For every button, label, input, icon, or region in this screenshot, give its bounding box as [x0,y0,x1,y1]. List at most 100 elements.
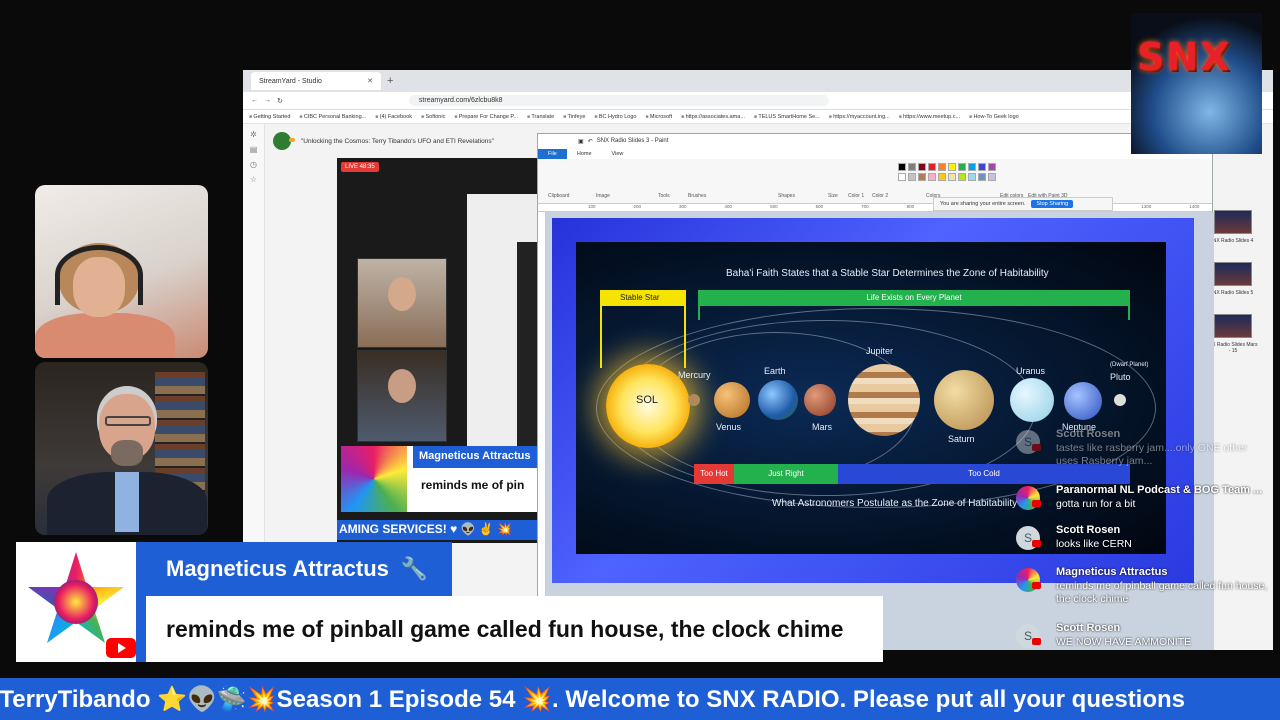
commenter-avatar [16,542,136,662]
thumbnail-caption: NX Radio Slides Mars - 15 [1208,342,1258,354]
youtube-icon [1032,540,1041,547]
tab-title: StreamYard - Studio [259,77,322,85]
bookmark-item[interactable]: https://www.meetup.c... [899,114,960,120]
bookmark-item[interactable]: Softonic [421,114,445,120]
color-swatch[interactable] [968,163,976,171]
color-swatch[interactable] [968,173,976,181]
ribbon-group-label[interactable]: Shapes [778,193,795,199]
history-icon[interactable]: ◷ [243,160,264,169]
stop-sharing-button[interactable]: Stop Sharing [1031,200,1074,208]
ribbon-group-label[interactable]: Color 2 [872,193,888,199]
color-swatch[interactable] [988,163,996,171]
color-swatch[interactable] [918,173,926,181]
url-field[interactable]: streamyard.com/6zlcbu8k8 [408,95,829,106]
chat-text: WE NOW HAVE AMMONITE [1056,636,1192,648]
bookmark-item[interactable]: Translate [527,114,554,120]
color-swatch[interactable] [948,173,956,181]
bookmark-item[interactable]: TELUS SmartHome Se... [754,114,819,120]
bookmark-item[interactable]: Prepare For Change P... [454,114,518,120]
earth-label: Earth [764,366,786,376]
bookmarks-bar: Getting Started CIBC Personal Banking... (… [243,110,1273,124]
undo-icon[interactable]: ↶ [588,138,593,145]
ribbon-group-label[interactable]: Brushes [688,193,706,199]
bookmark-item[interactable]: Microsoft [645,114,672,120]
color-swatch[interactable] [988,173,996,181]
bookmark-item[interactable]: CIBC Personal Banking... [299,114,366,120]
color-swatch[interactable] [948,163,956,171]
mercury-label: Mercury [678,370,711,380]
save-icon[interactable]: ▣ [578,138,584,145]
color-swatch[interactable] [938,163,946,171]
slide-thumbnail[interactable] [1214,314,1252,338]
reload-icon[interactable]: ↻ [277,97,283,105]
browser-tab-bar: StreamYard - Studio ✕ + [243,70,1273,92]
slide-thumbnail[interactable] [1214,210,1252,234]
commenter-name: Magneticus Attractus [166,556,389,581]
mandala-avatar-icon [341,446,407,512]
color-swatch[interactable] [978,173,986,181]
color-swatch[interactable] [938,173,946,181]
chat-author: Scott Rosen [1056,524,1121,536]
menu-tab-view[interactable]: View [602,151,634,157]
ribbon-group-label[interactable]: Tools [658,193,670,199]
preview-comment-text: reminds me of pin [421,478,525,492]
color-swatch[interactable] [908,173,916,181]
ruler-mark: 500 [770,204,778,209]
bookmark-item[interactable]: https://myaccount.ing... [829,114,890,120]
color-swatch[interactable] [908,163,916,171]
library-icon[interactable]: ▤ [243,145,264,154]
slide-thumbnail[interactable] [1214,262,1252,286]
uranus-planet [1010,378,1054,422]
ribbon-group-label[interactable]: Size [828,193,838,199]
ticker-text: ST TerryTibando ⭐👽🛸💥Season 1 Episode 54 … [0,686,1186,713]
close-tab-icon[interactable]: ✕ [367,77,373,85]
featured-comment-text: reminds me of pinball game called fun ho… [146,596,883,662]
color-swatch[interactable] [958,163,966,171]
color-swatch[interactable] [928,173,936,181]
new-tab-icon[interactable]: + [387,75,393,87]
paint-title: SNX Radio Slides 3 - Paint [596,138,669,144]
color-swatch[interactable] [898,173,906,181]
color-swatch[interactable] [918,163,926,171]
wrench-icon: 🔧 [400,556,429,581]
chat-author: Paranormal NL Podcast & BOG Team ... [1056,484,1263,496]
preview-camera-host [357,258,447,348]
forward-icon[interactable]: → [264,97,271,104]
menu-tab-home[interactable]: Home [567,151,602,157]
color-swatch[interactable] [928,163,936,171]
ribbon-group-label[interactable]: Clipboard [548,193,569,199]
ruler-mark: 600 [815,204,824,209]
stream-canvas: StreamYard - Studio ✕ + ← → ↻ streamyard… [0,0,1280,720]
preview-comment-name: Magneticus Attractus [413,446,547,468]
neptune-planet [1064,382,1102,420]
address-bar: ← → ↻ streamyard.com/6zlcbu8k8 [243,92,1273,110]
back-icon[interactable]: ← [251,97,258,104]
pluto-label: Pluto [1110,372,1131,382]
ruler-mark: 800 [906,204,915,209]
youtube-icon [1032,444,1041,451]
ruler-mark: 700 [861,204,869,209]
color-swatch[interactable] [958,173,966,181]
star-icon[interactable]: ☆ [243,175,264,184]
bookmark-item[interactable]: How-To Geek logo [969,114,1018,120]
menu-tab-file[interactable]: File [538,148,567,159]
bookmark-item[interactable]: BC Hydro Logo [594,114,637,120]
youtube-icon [1032,638,1041,645]
color-swatch[interactable] [898,163,906,171]
ribbon-group-label[interactable]: Color 1 [848,193,864,199]
color-swatch[interactable] [978,163,986,171]
settings-icon[interactable]: ✲ [243,130,264,139]
chat-text: tastes like rasberry jam....only ONE oth… [1056,442,1248,467]
ribbon-group-label[interactable]: Image [596,193,610,199]
bookmark-item[interactable]: https://associates.ama... [681,114,745,120]
mars-label: Mars [812,422,832,432]
headset-graphic [55,245,143,305]
bookmark-item[interactable]: Tinfeye [563,114,586,120]
bookmark-item[interactable]: Getting Started [249,114,290,120]
thumbnail-caption: NX Radio Slides 4 [1212,238,1254,244]
bookmark-item[interactable]: (4) Facebook [375,114,412,120]
browser-tab[interactable]: StreamYard - Studio ✕ [251,72,381,90]
chat-text: reminds me of pinball game called fun ho… [1056,580,1268,605]
chat-overlay: S Scott Rosen tastes like rasberry jam....… [1008,428,1270,653]
youtube-icon [1032,582,1041,589]
